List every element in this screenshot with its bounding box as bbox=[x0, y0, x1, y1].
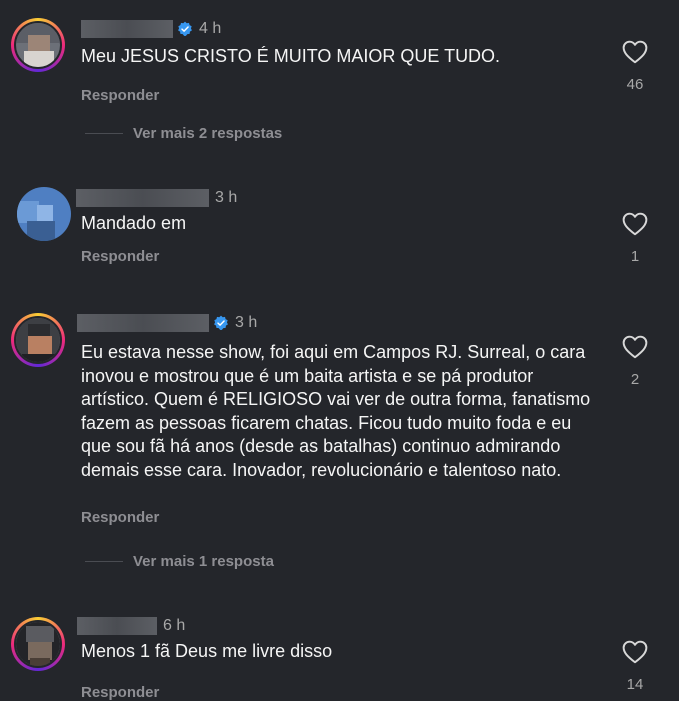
like-count: 2 bbox=[630, 371, 640, 388]
reply-button[interactable]: Responder bbox=[81, 87, 159, 104]
comment-text: Eu estava nesse show, foi aqui em Campos… bbox=[81, 342, 591, 480]
username-blurred[interactable] bbox=[77, 314, 209, 332]
heart-outline-icon[interactable] bbox=[622, 640, 648, 664]
reply-button[interactable]: Responder bbox=[81, 684, 159, 701]
username-blurred[interactable] bbox=[77, 617, 157, 635]
avatar[interactable] bbox=[11, 617, 65, 671]
view-more-replies[interactable]: Ver mais 2 respostas bbox=[85, 125, 282, 142]
view-more-label: Ver mais 1 resposta bbox=[133, 553, 274, 570]
comment-time: 3 h bbox=[235, 314, 258, 331]
comment-time: 6 h bbox=[163, 617, 186, 634]
heart-outline-icon[interactable] bbox=[622, 212, 648, 236]
heart-outline-icon[interactable] bbox=[622, 40, 648, 64]
like-count: 14 bbox=[626, 676, 644, 693]
view-more-replies[interactable]: Ver mais 1 resposta bbox=[85, 553, 274, 570]
view-more-label: Ver mais 2 respostas bbox=[133, 125, 283, 142]
avatar[interactable] bbox=[11, 18, 65, 72]
avatar[interactable] bbox=[11, 313, 65, 367]
username-blurred[interactable] bbox=[76, 189, 209, 207]
heart-outline-icon[interactable] bbox=[622, 335, 648, 359]
comment-text: Mandado em bbox=[81, 213, 187, 233]
verified-badge-icon bbox=[178, 21, 192, 36]
comment-time: 3 h bbox=[215, 189, 238, 206]
reply-button[interactable]: Responder bbox=[81, 509, 159, 526]
comment-text: Meu JESUS CRISTO É MUITO MAIOR QUE TUDO. bbox=[81, 46, 501, 66]
like-count: 46 bbox=[626, 76, 644, 93]
divider-line bbox=[85, 561, 123, 562]
username-blurred[interactable] bbox=[81, 20, 173, 38]
comment-text: Menos 1 fã Deus me livre disso bbox=[81, 641, 333, 661]
verified-badge-icon bbox=[214, 315, 228, 330]
like-count: 1 bbox=[630, 248, 640, 265]
reply-button[interactable]: Responder bbox=[81, 248, 159, 265]
avatar[interactable] bbox=[17, 187, 71, 241]
comment-time: 4 h bbox=[199, 20, 222, 37]
divider-line bbox=[85, 133, 123, 134]
